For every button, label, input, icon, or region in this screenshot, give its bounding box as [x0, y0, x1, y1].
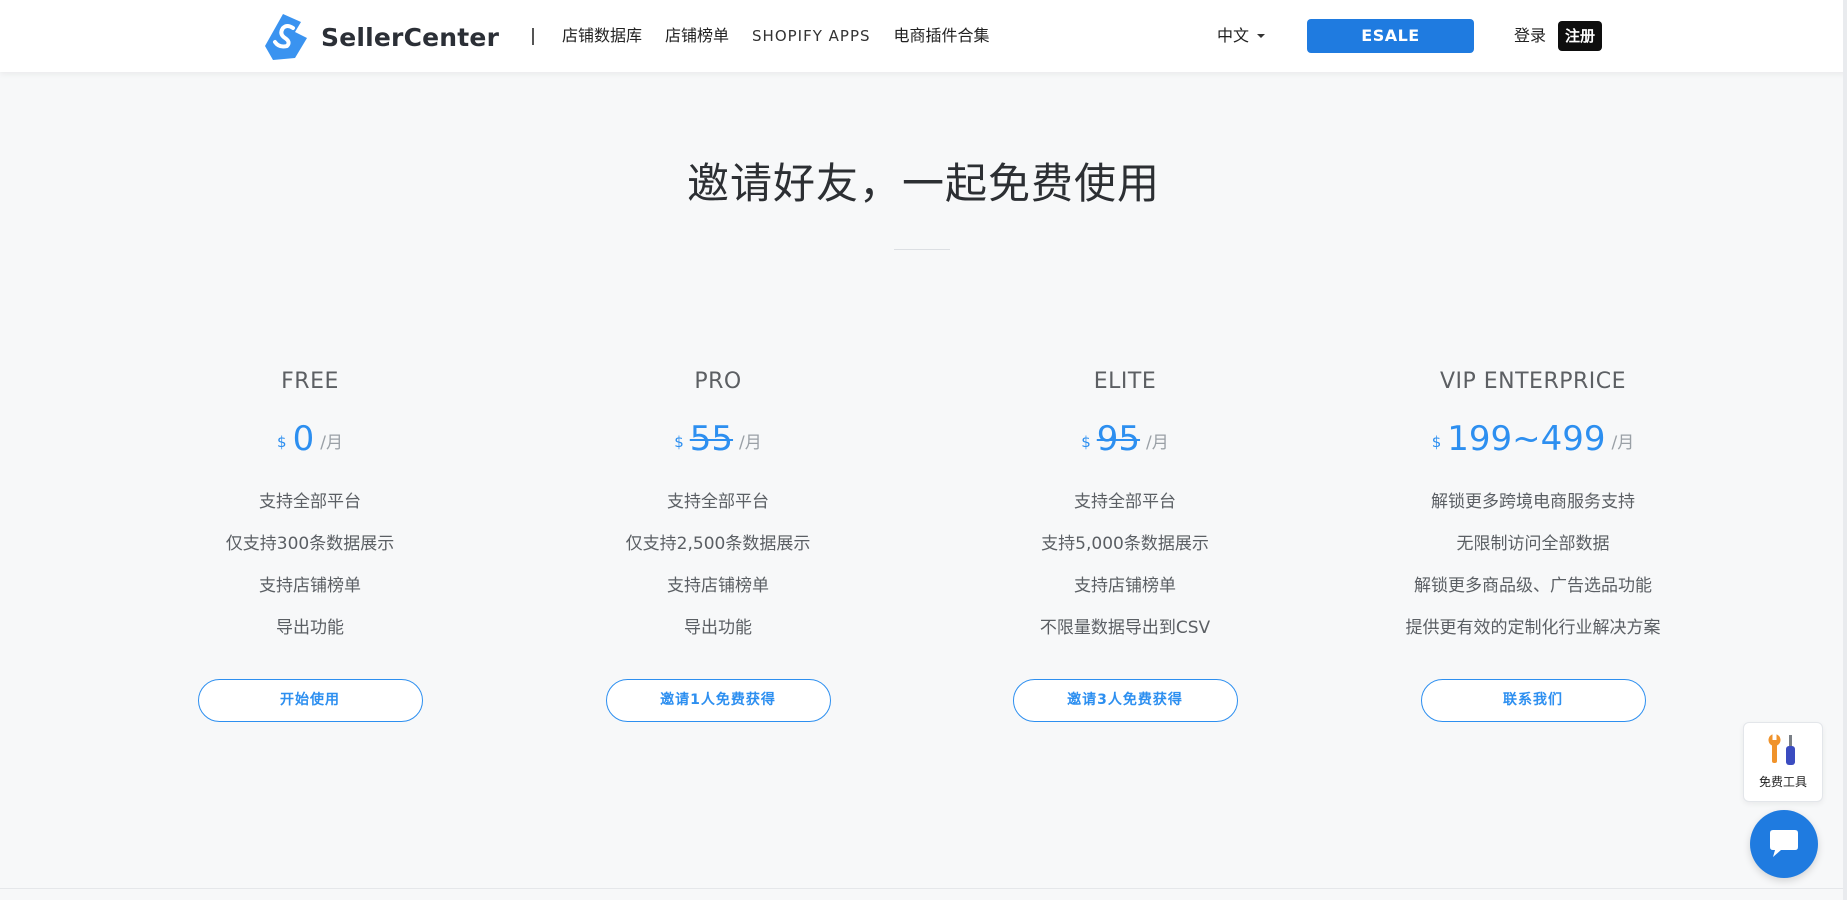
- feature-list: 解锁更多跨境电商服务支持 无限制访问全部数据 解锁更多商品级、广告选品功能 提供…: [1363, 481, 1703, 649]
- feature-item: 支持店铺榜单: [667, 576, 769, 596]
- logo-text: SellerCenter: [321, 22, 500, 52]
- price-currency: $: [674, 433, 684, 451]
- esale-button[interactable]: ESALE: [1307, 19, 1474, 53]
- price-period: /月: [739, 433, 762, 453]
- feature-item: 不限量数据导出到CSV: [1039, 618, 1211, 638]
- feature-item: 支持全部平台: [259, 492, 361, 512]
- price-currency: $: [1431, 433, 1442, 451]
- header-divider: [532, 28, 534, 45]
- feature-item: 支持店铺榜单: [1074, 576, 1176, 596]
- sellercenter-logo-icon: [265, 14, 307, 60]
- feature-list: 支持全部平台 仅支持300条数据展示 支持店铺榜单 导出功能: [140, 481, 480, 649]
- language-label: 中文: [1217, 26, 1250, 45]
- feature-item: 导出功能: [684, 618, 752, 638]
- free-tools-widget[interactable]: 免费工具: [1743, 722, 1823, 802]
- chevron-down-icon: [1257, 34, 1266, 38]
- register-button[interactable]: 注册: [1558, 21, 1603, 51]
- feature-item: 支持全部平台: [667, 492, 769, 512]
- feature-item: 提供更有效的定制化行业解决方案: [1405, 618, 1661, 638]
- feature-item: 导出功能: [276, 618, 344, 638]
- nav-store-ranking[interactable]: 店铺榜单: [665, 24, 729, 48]
- invite-one-button[interactable]: 邀请1人免费获得: [605, 679, 831, 722]
- feature-item: 仅支持300条数据展示: [225, 534, 395, 554]
- main-nav: 店铺数据库 店铺榜单 SHOPIFY APPS 电商插件合集: [562, 24, 1013, 48]
- section-bottom-divider: [0, 888, 1847, 889]
- plan-name: PRO: [694, 369, 742, 394]
- feature-item: 无限制访问全部数据: [1456, 534, 1610, 554]
- login-link[interactable]: 登录: [1514, 24, 1546, 48]
- price-amount: 55: [689, 419, 734, 459]
- language-select[interactable]: 中文: [1217, 24, 1266, 48]
- price-period: /月: [1611, 433, 1635, 453]
- plan-name: ELITE: [1093, 369, 1157, 394]
- page-scrollbar[interactable]: [1843, 0, 1847, 900]
- price-period: /月: [1146, 433, 1169, 453]
- feature-item: 解锁更多跨境电商服务支持: [1431, 492, 1635, 512]
- nav-store-database[interactable]: 店铺数据库: [562, 24, 642, 48]
- plan-card-elite: ELITE $ 95 /月 支持全部平台 支持5,000条数据展示 支持店铺榜单…: [955, 367, 1295, 722]
- contact-us-button[interactable]: 联系我们: [1420, 679, 1646, 722]
- plan-name: FREE: [281, 369, 339, 394]
- plan-price: $ 55 /月: [548, 415, 888, 459]
- title-underline: [894, 249, 950, 250]
- price-amount: 95: [1096, 419, 1141, 459]
- nav-ecommerce-plugins[interactable]: 电商插件合集: [894, 24, 990, 48]
- plan-price: $ 199~499 /月: [1363, 415, 1703, 459]
- feature-list: 支持全部平台 支持5,000条数据展示 支持店铺榜单 不限量数据导出到CSV: [955, 481, 1295, 649]
- chat-button[interactable]: [1750, 810, 1818, 878]
- price-amount: 199~499: [1447, 419, 1606, 459]
- price-currency: $: [277, 433, 287, 451]
- feature-item: 仅支持2,500条数据展示: [625, 534, 811, 554]
- nav-shopify-apps[interactable]: SHOPIFY APPS: [752, 24, 871, 48]
- price-amount: 0: [292, 419, 315, 459]
- wrench-screwdriver-icon: [1768, 734, 1795, 765]
- price-period: /月: [320, 433, 343, 453]
- feature-item: 支持全部平台: [1074, 492, 1176, 512]
- plan-name: VIP ENTERPRICE: [1439, 369, 1627, 394]
- page-title: 邀请好友，一起免费使用: [686, 159, 1160, 208]
- feature-list: 支持全部平台 仅支持2,500条数据展示 支持店铺榜单 导出功能: [548, 481, 888, 649]
- feature-item: 支持店铺榜单: [259, 576, 361, 596]
- chat-bubble-icon: [1770, 830, 1798, 857]
- feature-item: 解锁更多商品级、广告选品功能: [1414, 576, 1652, 596]
- plan-price: $ 0 /月: [140, 415, 480, 459]
- plan-card-pro: PRO $ 55 /月 支持全部平台 仅支持2,500条数据展示 支持店铺榜单 …: [548, 367, 888, 722]
- feature-item: 支持5,000条数据展示: [1041, 534, 1209, 554]
- start-using-button[interactable]: 开始使用: [197, 679, 423, 722]
- price-currency: $: [1081, 433, 1091, 451]
- top-header: SellerCenter 店铺数据库 店铺榜单 SHOPIFY APPS 电商插…: [0, 0, 1847, 72]
- free-tools-label: 免费工具: [1758, 775, 1807, 789]
- logo[interactable]: SellerCenter: [261, 12, 499, 62]
- plan-card-free: FREE $ 0 /月 支持全部平台 仅支持300条数据展示 支持店铺榜单 导出…: [140, 367, 480, 722]
- invite-three-button[interactable]: 邀请3人免费获得: [1012, 679, 1238, 722]
- plan-card-vip-enterprise: VIP ENTERPRICE $ 199~499 /月 解锁更多跨境电商服务支持…: [1363, 367, 1703, 722]
- plan-price: $ 95 /月: [955, 415, 1295, 459]
